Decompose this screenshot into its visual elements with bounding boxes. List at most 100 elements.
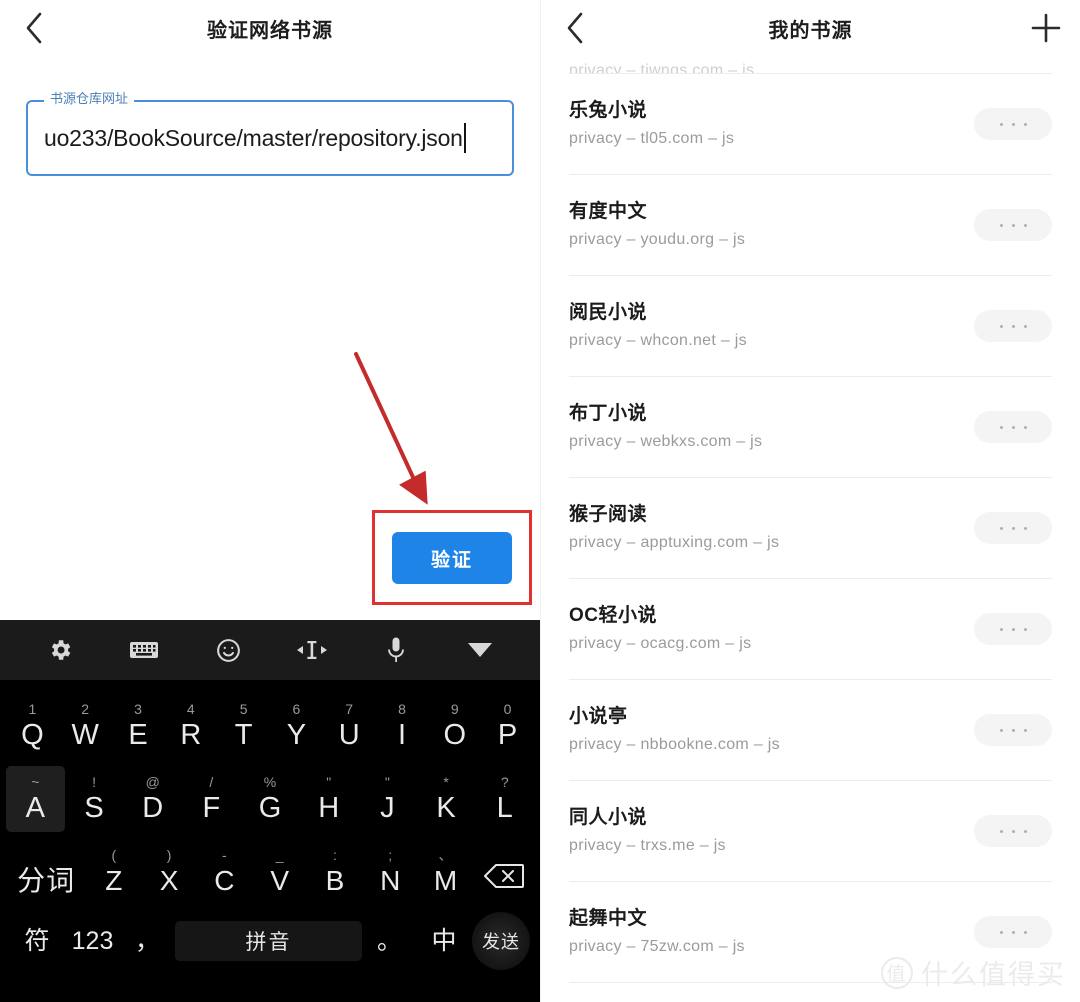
more-options-icon[interactable] [974, 512, 1052, 544]
list-item-text: OC轻小说 privacy – ocacg.com – js [569, 603, 974, 656]
key-sup: 1 [28, 701, 37, 717]
more-options-icon[interactable] [974, 714, 1052, 746]
key-y[interactable]: 6 Y [270, 693, 323, 759]
key-n[interactable]: ; N [363, 839, 418, 905]
key-sup: ? [500, 774, 509, 790]
key-b[interactable]: : B [307, 839, 362, 905]
key-p[interactable]: 0 P [481, 693, 534, 759]
more-options-icon[interactable] [974, 310, 1052, 342]
key-h[interactable]: " H [299, 766, 358, 832]
keyboard-row-4: 符 123 ， 拼音 。 中 发送 [0, 905, 540, 977]
key-sup: @ [145, 774, 160, 790]
key-label: S [84, 792, 104, 824]
key-x[interactable]: ) X [141, 839, 196, 905]
key-l[interactable]: ? L [475, 766, 534, 832]
key-label: H [318, 792, 340, 824]
key-q[interactable]: 1 Q [6, 693, 59, 759]
key-c[interactable]: - C [197, 839, 252, 905]
key-space[interactable]: 拼音 [175, 912, 362, 970]
key-sup: * [443, 774, 449, 790]
list-item[interactable]: 阅民小说 privacy – whcon.net – js [569, 276, 1052, 377]
key-o[interactable]: 9 O [428, 693, 481, 759]
key-comma[interactable]: ， [120, 912, 175, 970]
key-send[interactable]: 发送 [472, 912, 530, 970]
key-word-segment[interactable]: 分词 [6, 839, 86, 905]
repo-url-field[interactable]: 书源仓库网址 uo233/BookSource/master/repositor… [26, 90, 514, 176]
key-k[interactable]: * K [417, 766, 476, 832]
list-item-title: 布丁小说 [569, 402, 648, 424]
more-options-icon[interactable] [974, 613, 1052, 645]
key-e[interactable]: 3 E [112, 693, 165, 759]
more-options-icon[interactable] [974, 815, 1052, 847]
key-sup: 、 [438, 847, 453, 863]
key-i[interactable]: 8 I [376, 693, 429, 759]
list-item[interactable]: 猴子阅读 privacy – apptuxing.com – js [569, 478, 1052, 579]
list-item[interactable]: privacy – tjwngs.com – js [569, 46, 1052, 74]
list-item-meta: privacy – apptuxing.com – js [569, 533, 780, 551]
key-sup: ( [111, 847, 117, 863]
verify-button[interactable]: 验证 [392, 532, 512, 584]
annotation-arrow [354, 352, 428, 505]
plus-icon[interactable] [1026, 8, 1066, 48]
more-options-icon[interactable] [974, 916, 1052, 948]
key-u[interactable]: 7 U [323, 693, 376, 759]
keyboard-icon[interactable] [121, 627, 167, 673]
key-label: N [380, 865, 401, 896]
key-sup: ~ [31, 774, 40, 790]
more-options-icon[interactable] [974, 209, 1052, 241]
key-sup: 4 [186, 701, 195, 717]
key-sup: : [332, 847, 337, 863]
key-z[interactable]: ( Z [86, 839, 141, 905]
key-sup: 5 [239, 701, 248, 717]
list-item-meta: privacy – trxs.me – js [569, 836, 726, 854]
list-item-meta: privacy – tl05.com – js [569, 129, 735, 147]
right-pane-my-sources: 我的书源 privacy – tjwngs.com – js 乐兔小说 priv… [540, 0, 1080, 1002]
list-item[interactable]: 小说亭 privacy – nbbookne.com – js [569, 680, 1052, 781]
key-sup: / [209, 774, 214, 790]
key-a[interactable]: ~ A [6, 766, 65, 832]
key-period[interactable]: 。 [362, 912, 417, 970]
key-label: F [202, 792, 221, 824]
list-item[interactable]: 起舞中文 privacy – 75zw.com – js [569, 882, 1052, 983]
key-sup: " [384, 774, 390, 790]
more-options-icon[interactable] [974, 108, 1052, 140]
key-numbers[interactable]: 123 [65, 912, 120, 970]
key-label: B [325, 865, 345, 896]
key-t[interactable]: 5 T [217, 693, 270, 759]
repo-url-input[interactable]: uo233/BookSource/master/repository.json [44, 125, 463, 152]
key-language-toggle[interactable]: 中 [417, 912, 472, 970]
key-s[interactable]: ! S [65, 766, 124, 832]
key-w[interactable]: 2 W [59, 693, 112, 759]
gear-icon[interactable] [37, 627, 83, 673]
cursor-move-icon[interactable] [289, 627, 335, 673]
key-v[interactable]: _ V [252, 839, 307, 905]
key-d[interactable]: @ D [123, 766, 182, 832]
key-j[interactable]: " J [358, 766, 417, 832]
key-sup: 9 [450, 701, 459, 717]
key-label: X [159, 865, 179, 896]
list-item[interactable]: OC轻小说 privacy – ocacg.com – js [569, 579, 1052, 680]
key-f[interactable]: / F [182, 766, 241, 832]
collapse-keyboard-icon[interactable] [457, 627, 503, 673]
book-source-list[interactable]: privacy – tjwngs.com – js 乐兔小说 privacy –… [541, 46, 1080, 1002]
more-options-icon[interactable] [974, 411, 1052, 443]
key-label: P [497, 719, 518, 751]
back-icon[interactable] [555, 8, 595, 48]
list-item[interactable]: 乐兔小说 privacy – tl05.com – js [569, 74, 1052, 175]
key-r[interactable]: 4 R [164, 693, 217, 759]
key-g[interactable]: % G [241, 766, 300, 832]
list-item[interactable]: 同人小说 privacy – trxs.me – js [569, 781, 1052, 882]
backspace-icon[interactable] [473, 839, 534, 905]
key-m[interactable]: 、 M [418, 839, 473, 905]
list-item-meta: privacy – youdu.org – js [569, 230, 746, 248]
list-item[interactable]: 布丁小说 privacy – webkxs.com – js [569, 377, 1052, 478]
emoji-icon[interactable] [205, 627, 251, 673]
list-item-title: 猴子阅读 [569, 503, 648, 525]
key-symbols[interactable]: 符 [10, 912, 65, 970]
field-value-row[interactable]: uo233/BookSource/master/repository.json [26, 100, 514, 176]
key-label: 发送 [472, 912, 530, 970]
list-item[interactable]: 有度中文 privacy – youdu.org – js [569, 175, 1052, 276]
key-sup: 6 [292, 701, 301, 717]
microphone-icon[interactable] [373, 627, 419, 673]
back-icon[interactable] [14, 8, 54, 48]
